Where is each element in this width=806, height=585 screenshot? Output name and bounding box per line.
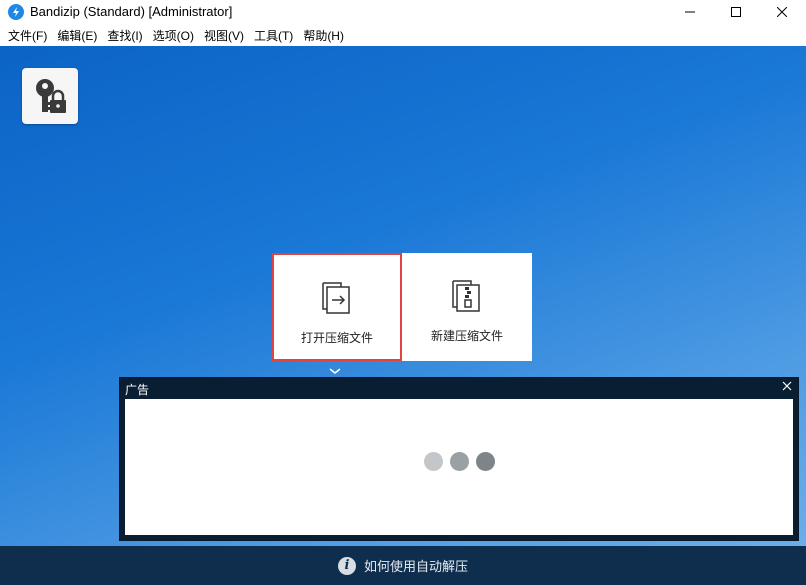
menu-bar: 文件(F) 编辑(E) 查找(I) 选项(O) 视图(V) 工具(T) 帮助(H… [0,24,806,46]
open-archive-tile[interactable]: 打开压缩文件 [272,253,402,361]
menu-tools[interactable]: 工具(T) [250,27,297,44]
maximize-button[interactable] [713,0,759,24]
key-lock-icon [36,79,66,113]
minimize-button[interactable] [667,0,713,24]
open-archive-icon [317,277,357,317]
loading-dot [424,452,443,471]
title-bar: Bandizip (Standard) [Administrator] [0,0,806,24]
new-archive-label: 新建压缩文件 [430,329,503,343]
new-archive-tile[interactable]: 新建压缩文件 [402,253,532,361]
menu-find[interactable]: 查找(I) [103,27,146,44]
window-title: Bandizip (Standard) [Administrator] [30,4,233,19]
close-icon [777,7,787,17]
menu-file[interactable]: 文件(F) [4,27,51,44]
menu-edit[interactable]: 编辑(E) [53,27,101,44]
password-manager-button[interactable] [22,68,78,124]
chevron-down-icon[interactable] [328,366,342,376]
ad-content [125,399,793,535]
menu-options[interactable]: 选项(O) [149,27,198,44]
auto-extract-help-bar[interactable]: i 如何使用自动解压 [0,546,806,585]
loading-dot [476,452,495,471]
info-icon: i [337,556,356,575]
ad-panel: 广告 [119,377,799,541]
new-archive-icon [447,275,487,315]
menu-view[interactable]: 视图(V) [200,27,248,44]
auto-extract-help-link[interactable]: 如何使用自动解压 [364,556,468,575]
open-archive-label: 打开压缩文件 [300,331,373,345]
close-window-button[interactable] [759,0,805,24]
loading-dot [450,452,469,471]
ad-title: 广告 [125,383,150,397]
minimize-icon [685,11,695,13]
main-area: 打开压缩文件 新建压缩文件 广告 [0,46,806,546]
bandizip-logo-icon [8,4,24,20]
menu-help[interactable]: 帮助(H) [299,27,348,44]
maximize-icon [731,7,741,17]
ad-close-icon[interactable] [781,380,793,392]
